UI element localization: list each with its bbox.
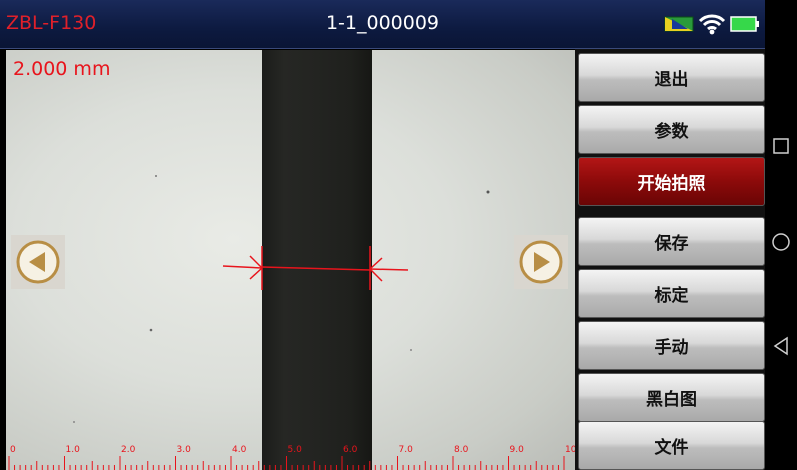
ruler-label: 10.0 bbox=[565, 445, 575, 455]
system-nav-bar bbox=[765, 0, 797, 470]
ruler-label: 1.0 bbox=[66, 445, 81, 455]
ruler-label: 8.0 bbox=[454, 445, 469, 455]
calibrate-button[interactable]: 标定 bbox=[578, 269, 765, 318]
measurement-overlay bbox=[222, 246, 409, 290]
ruler-label: 9.0 bbox=[510, 445, 525, 455]
title-bar: ZBL-F130 1-1_000009 bbox=[0, 0, 765, 49]
ruler-label: 7.0 bbox=[399, 445, 414, 455]
next-image-button[interactable] bbox=[514, 235, 568, 289]
previous-image-button[interactable] bbox=[11, 235, 65, 289]
scale-ruler: 0 1.0 2.0 3.0 4.0 5.0 6.0 7.0 8.0 9.0 10.0 bbox=[8, 445, 575, 470]
ruler-label: 3.0 bbox=[177, 445, 192, 455]
back-icon[interactable] bbox=[769, 334, 793, 358]
recent-apps-icon[interactable] bbox=[769, 134, 793, 158]
battery-icon bbox=[730, 15, 760, 33]
function-menu: 退出 参数 开始拍照 保存 标定 手动 黑白图 文件 bbox=[575, 49, 765, 470]
ruler-label: 5.0 bbox=[288, 445, 303, 455]
ruler-label: 4.0 bbox=[232, 445, 247, 455]
home-icon[interactable] bbox=[769, 230, 793, 254]
status-icons bbox=[664, 12, 760, 36]
ruler-label: 0 bbox=[10, 445, 16, 455]
wifi-icon bbox=[698, 13, 726, 35]
manual-button[interactable]: 手动 bbox=[578, 321, 765, 370]
file-name-title: 1-1_000009 bbox=[325, 12, 440, 34]
ruler-label: 6.0 bbox=[343, 445, 358, 455]
save-button[interactable]: 保存 bbox=[578, 217, 765, 266]
arrow-left-icon bbox=[16, 240, 60, 284]
exit-button[interactable]: 退出 bbox=[578, 53, 765, 102]
black-white-image-button[interactable]: 黑白图 bbox=[578, 373, 765, 422]
ruler-label: 2.0 bbox=[121, 445, 136, 455]
parameters-button[interactable]: 参数 bbox=[578, 105, 765, 154]
camera-view[interactable]: 2.000 mm 01.02.03.04.05.06.07.08.09.010.… bbox=[6, 50, 575, 470]
arrow-right-icon bbox=[519, 240, 563, 284]
start-capture-button[interactable]: 开始拍照 bbox=[578, 157, 765, 206]
file-button[interactable]: 文件 bbox=[578, 421, 765, 470]
sd-card-icon bbox=[664, 15, 694, 33]
